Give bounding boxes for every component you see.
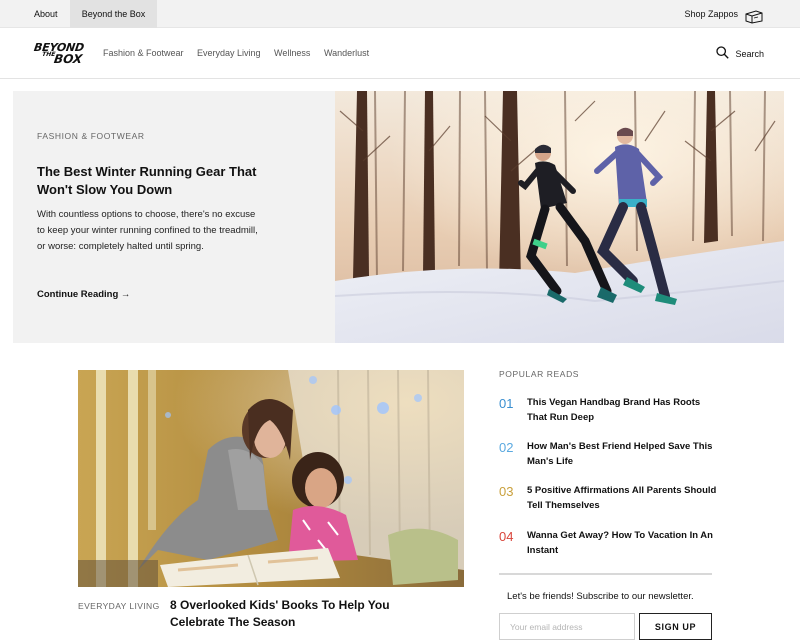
popular-read-number: 01 <box>499 396 514 411</box>
popular-read-number: 04 <box>499 529 514 544</box>
popular-reads-heading: POPULAR READS <box>499 369 580 379</box>
utility-bar: About Beyond the Box Shop Zappos <box>0 0 800 28</box>
popular-read-title: 5 Positive Affirmations All Parents Shou… <box>527 485 717 511</box>
hero-description: With countless options to choose, there'… <box>37 209 258 252</box>
newsletter-text: Let's be friends! Subscribe to our newsl… <box>507 591 694 602</box>
about-link[interactable]: About <box>22 0 70 28</box>
continue-reading-link[interactable]: Continue Reading → <box>37 289 130 300</box>
hero-image-winter-runners[interactable] <box>335 91 784 343</box>
nav-wellness[interactable]: Wellness <box>274 28 310 79</box>
feature-title[interactable]: 8 Overlooked Kids' Books To Help You Cel… <box>170 597 430 631</box>
logo-line-3: BOX <box>53 52 84 66</box>
popular-read-title: This Vegan Handbag Brand Has Roots That … <box>527 397 701 423</box>
shop-zappos-label: Shop Zappos <box>684 9 738 19</box>
popular-read-number: 03 <box>499 484 514 499</box>
hero-title[interactable]: The Best Winter Running Gear That Won't … <box>37 163 273 199</box>
search-icon <box>716 46 730 61</box>
search-label: Search <box>735 48 764 59</box>
beyond-the-box-logo[interactable]: BEYOND THE BOX <box>33 40 90 70</box>
beyond-the-box-tab[interactable]: Beyond the Box <box>70 0 157 28</box>
popular-read-number: 02 <box>499 440 514 455</box>
shop-zappos-link[interactable]: Shop Zappos <box>684 0 764 28</box>
nav-everyday-living[interactable]: Everyday Living <box>197 28 261 79</box>
feature-image-mother-daughter-reading[interactable] <box>78 370 464 587</box>
popular-read-title: Wanna Get Away? How To Vacation In An In… <box>527 530 713 556</box>
hero-article: FASHION & FOOTWEAR The Best Winter Runni… <box>13 91 784 343</box>
popular-reads-divider <box>499 573 712 575</box>
hero-category[interactable]: FASHION & FOOTWEAR <box>37 131 145 141</box>
box-icon <box>744 7 764 24</box>
nav-fashion-footwear[interactable]: Fashion & Footwear <box>103 28 184 79</box>
sign-up-button[interactable]: SIGN UP <box>639 613 712 640</box>
main-nav: BEYOND THE BOX Fashion & Footwear Everyd… <box>0 28 800 79</box>
feature-category[interactable]: EVERYDAY LIVING <box>78 601 160 611</box>
nav-wanderlust[interactable]: Wanderlust <box>324 28 369 79</box>
email-field[interactable] <box>499 613 635 640</box>
popular-read-title: How Man's Best Friend Helped Save This M… <box>527 441 713 467</box>
search-button[interactable]: Search <box>716 28 764 79</box>
